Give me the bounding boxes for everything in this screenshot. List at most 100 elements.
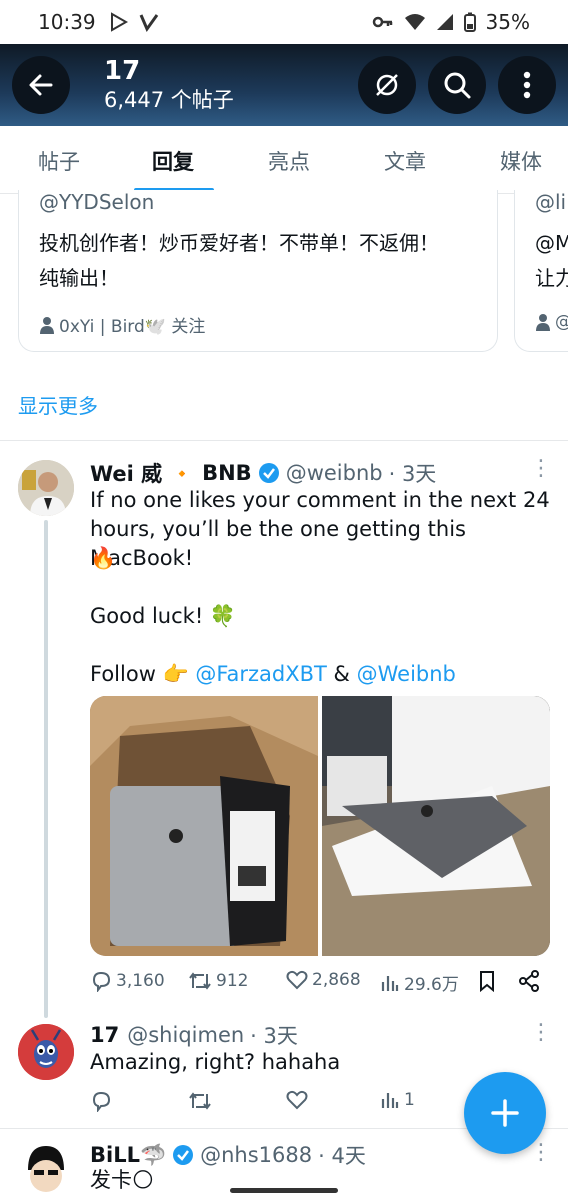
mention-link[interactable]: @Weibnb xyxy=(357,662,456,686)
tab-posts[interactable]: 帖子 xyxy=(38,146,80,176)
arrow-left-icon xyxy=(29,74,53,96)
author-name[interactable]: Wei 威 xyxy=(90,458,162,488)
author-handle[interactable]: @nhs1688 xyxy=(200,1143,312,1167)
post-image[interactable] xyxy=(90,696,318,956)
author-name[interactable]: 17 xyxy=(90,1023,119,1047)
grok-button[interactable] xyxy=(358,56,416,114)
status-time: 10:39 xyxy=(38,10,96,34)
share-icon xyxy=(519,970,539,992)
post-count: 6,447 个帖子 xyxy=(104,88,234,112)
post-follow-line: Follow 👉 @FarzadXBT & @Weibnb xyxy=(90,660,550,689)
follow-suggestion-card[interactable]: @YYDSelon 投机创作者！炒币爱好者！不带单！不返佣！ 纯输出！ 0xYi… xyxy=(18,190,498,352)
post-text: 发卡🌕 xyxy=(90,1168,154,1192)
post-text-line: Good luck! 🍀 xyxy=(90,604,237,628)
avatar-photo-icon xyxy=(18,460,74,516)
post-image[interactable] xyxy=(322,696,550,956)
battery-icon xyxy=(463,12,476,32)
like-button[interactable]: 2,868 xyxy=(286,970,361,990)
tab-highlights[interactable]: 亮点 xyxy=(268,146,310,176)
person-icon xyxy=(536,314,550,331)
verified-badge-icon xyxy=(173,1145,194,1165)
ampersand: & xyxy=(326,662,357,686)
diamond-badge: 🔸 xyxy=(172,463,193,483)
reply-button[interactable] xyxy=(90,1090,112,1112)
wifi-icon xyxy=(404,14,425,30)
card-bio-line: 投机创作者！炒币爱好者！不带单！不返佣！ xyxy=(39,231,439,255)
profile-name: 17 xyxy=(104,56,141,86)
follow-suggestion-card[interactable]: @li @M 让力 @ xyxy=(514,190,568,352)
post-actions: 1 xyxy=(90,1090,450,1116)
views-button[interactable]: 29.6万 xyxy=(380,970,459,995)
author-name[interactable]: BiLL🦈 xyxy=(90,1143,166,1168)
mention-link[interactable]: @FarzadXBT xyxy=(195,662,327,686)
profile-tabs: 帖子 回复 亮点 文章 媒体 xyxy=(0,126,568,194)
avatar[interactable] xyxy=(18,1024,74,1080)
person-icon xyxy=(40,316,54,334)
avatar[interactable] xyxy=(18,1140,74,1196)
post-header: 17 @shiqimen · 3天 xyxy=(90,1020,298,1050)
views-button[interactable]: 1 xyxy=(380,1090,415,1110)
like-button[interactable] xyxy=(286,1090,308,1110)
post-header: Wei 威 🔸 BNB @weibnb · 3天 xyxy=(90,458,436,488)
key-icon xyxy=(372,16,392,28)
verified-badge-icon xyxy=(258,463,279,483)
notification-v-icon xyxy=(139,14,158,33)
reply-button[interactable]: 3,160 xyxy=(90,970,165,992)
macbook-box-photo xyxy=(90,696,318,956)
post-actions: 3,160 912 2,868 29.6万 xyxy=(90,970,550,996)
compose-post-button[interactable] xyxy=(464,1072,546,1154)
repost-count: 912 xyxy=(216,971,249,991)
card-followed-by: @ xyxy=(535,312,568,332)
cartoon-avatar-icon xyxy=(18,1140,74,1196)
follow-prefix: Follow 👉 xyxy=(90,662,196,686)
post-text-line: If no one likes your comment in the next… xyxy=(90,488,550,512)
repost-button[interactable] xyxy=(188,1090,212,1112)
reply-count: 3,160 xyxy=(116,971,165,991)
followed-by-text: 0xYi | Bird🕊️ 关注 xyxy=(59,317,206,337)
reply-icon xyxy=(92,1091,111,1112)
play-store-icon xyxy=(110,12,128,32)
followed-by-text: @ xyxy=(555,312,568,332)
back-button[interactable] xyxy=(12,56,70,114)
view-count: 29.6万 xyxy=(404,975,459,995)
gesture-nav-bar[interactable] xyxy=(230,1188,338,1193)
tab-media[interactable]: 媒体 xyxy=(500,146,542,176)
macbook-desk-photo xyxy=(322,696,550,956)
profile-header: 17 6,447 个帖子 xyxy=(0,44,568,126)
tab-articles[interactable]: 文章 xyxy=(384,146,426,176)
views-chart-icon xyxy=(381,1093,399,1108)
card-followed-by: 0xYi | Bird🕊️ 关注 xyxy=(39,312,205,337)
bookmark-button[interactable] xyxy=(478,970,496,992)
card-bio-line: @M xyxy=(535,231,568,255)
post-text: Amazing, right? hahaha xyxy=(90,1050,341,1074)
post-time: · 3天 xyxy=(388,462,437,486)
post-more-icon[interactable]: ⋮ xyxy=(530,1020,553,1045)
ant-avatar-icon xyxy=(18,1024,74,1080)
card-bio-line: 纯输出！ xyxy=(39,266,119,290)
tab-replies[interactable]: 回复 xyxy=(152,146,194,176)
signal-icon xyxy=(436,14,453,30)
heart-icon xyxy=(286,1090,308,1110)
avatar[interactable] xyxy=(18,460,74,516)
view-count: 1 xyxy=(404,1090,415,1110)
author-handle[interactable]: @shiqimen xyxy=(127,1023,244,1047)
search-button[interactable] xyxy=(428,56,486,114)
repost-icon xyxy=(189,972,211,990)
repost-button[interactable]: 912 xyxy=(188,970,248,992)
show-more-link[interactable]: 显示更多 xyxy=(18,390,98,419)
author-handle[interactable]: @weibnb xyxy=(286,461,383,485)
reply-icon xyxy=(92,971,111,992)
heart-icon xyxy=(286,970,308,990)
repost-icon xyxy=(189,1092,211,1110)
plus-icon xyxy=(491,1099,519,1127)
battery-percent: 35% xyxy=(485,10,530,34)
fire-emoji: 🔥 xyxy=(90,546,117,570)
post-more-icon[interactable]: ⋮ xyxy=(530,456,553,481)
share-button[interactable] xyxy=(518,970,540,992)
like-count: 2,868 xyxy=(312,970,361,990)
author-name-bnb[interactable]: BNB xyxy=(202,461,252,485)
more-options-button[interactable] xyxy=(498,56,556,114)
post-more-icon[interactable]: ⋮ xyxy=(530,1140,553,1165)
bookmark-icon xyxy=(480,971,494,992)
more-vertical-icon xyxy=(523,71,531,99)
